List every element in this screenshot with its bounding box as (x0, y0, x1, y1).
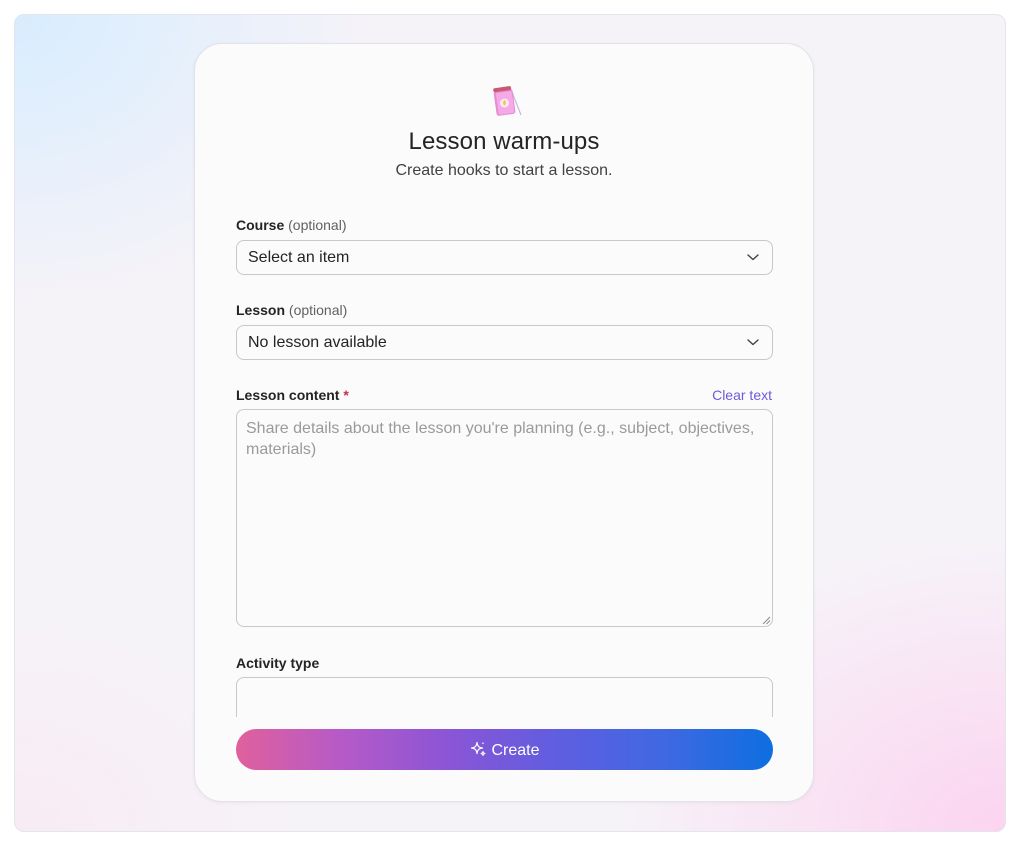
create-button[interactable]: Create (236, 729, 773, 770)
course-select[interactable]: Select an item (236, 240, 773, 275)
chevron-down-icon (747, 254, 759, 261)
lesson-optional-text: (optional) (288, 302, 348, 318)
page-subtitle: Create hooks to start a lesson. (395, 162, 613, 179)
clear-text-link[interactable]: Clear text (712, 387, 772, 403)
lesson-select[interactable]: No lesson available (236, 325, 773, 360)
activity-type-field[interactable] (236, 677, 773, 717)
resize-grip-icon[interactable] (762, 616, 771, 625)
lesson-content-label-text: Lesson content (236, 387, 340, 403)
lesson-label: Lesson (optional) (236, 302, 347, 318)
app-background: Lesson warm-ups Create hooks to start a … (14, 14, 1006, 832)
course-select-value: Select an item (248, 249, 350, 266)
lesson-content-label: Lesson content * (236, 387, 349, 403)
create-button-content: Create (236, 740, 773, 760)
course-label: Course (optional) (236, 217, 347, 233)
required-mark: * (343, 387, 349, 403)
chevron-down-icon (747, 339, 759, 346)
course-label-text: Course (236, 217, 285, 233)
course-optional-text: (optional) (288, 217, 347, 233)
form-card: Lesson warm-ups Create hooks to start a … (194, 43, 814, 802)
page-title: Lesson warm-ups (408, 128, 600, 155)
sparkle-icon (471, 741, 486, 756)
lesson-select-value: No lesson available (248, 334, 387, 351)
create-button-label: Create (491, 742, 540, 759)
notebook-icon (493, 86, 522, 116)
activity-type-label: Activity type (236, 655, 320, 671)
lesson-content-textarea[interactable] (236, 409, 773, 627)
lesson-label-text: Lesson (236, 302, 286, 318)
